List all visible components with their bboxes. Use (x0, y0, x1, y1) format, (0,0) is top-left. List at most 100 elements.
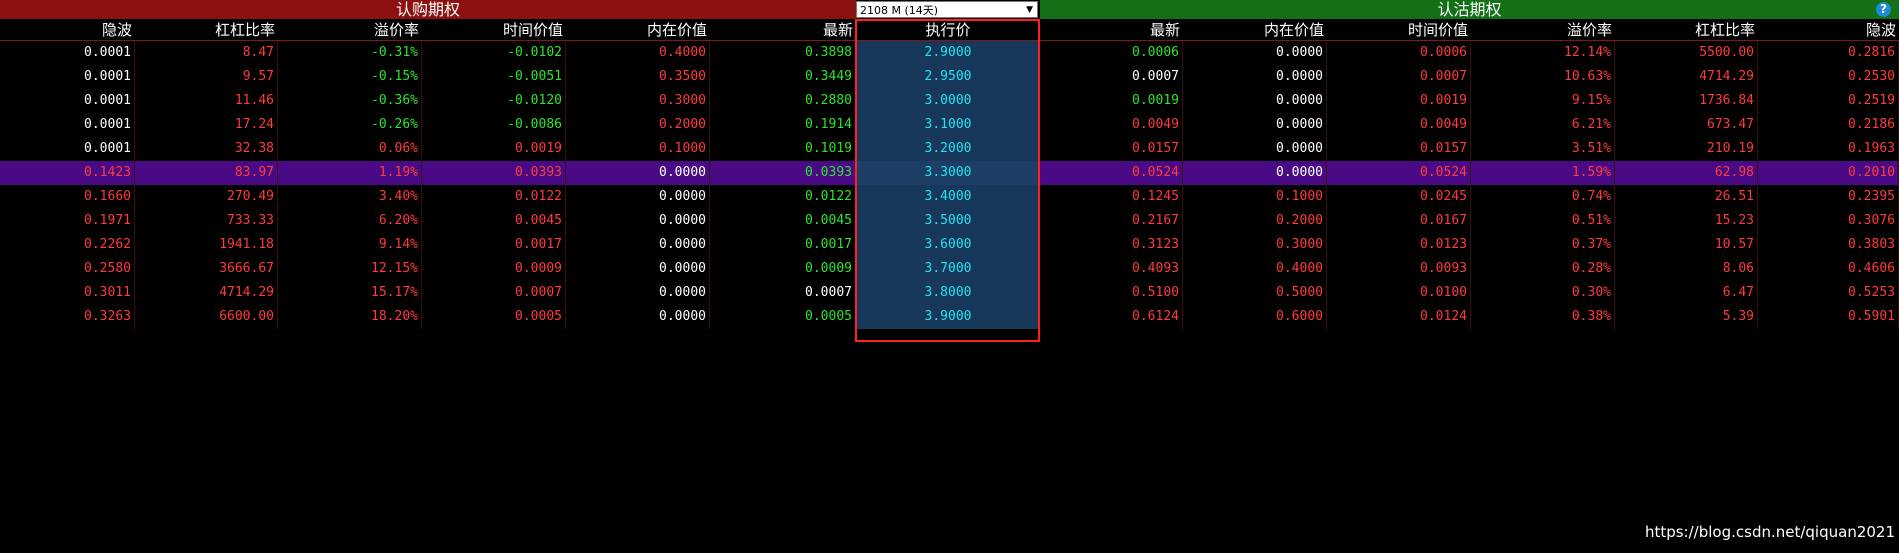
call-cell-time-value[interactable]: -0.0086 (422, 113, 566, 137)
put-cell-leverage[interactable]: 15.23 (1615, 209, 1758, 233)
call-header-iv[interactable]: 隐波 (0, 19, 135, 41)
call-cell-last-price[interactable]: 0.1914 (710, 113, 856, 137)
put-cell-iv[interactable]: 0.1963 (1758, 137, 1899, 161)
call-cell-iv[interactable]: 0.3011 (0, 281, 135, 305)
put-cell-last-price[interactable]: 0.0049 (1040, 113, 1183, 137)
call-cell-leverage[interactable]: 83.97 (135, 161, 278, 185)
call-cell-last-price[interactable]: 0.1019 (710, 137, 856, 161)
put-header-intrinsic-value[interactable]: 内在价值 (1183, 19, 1327, 41)
put-cell-intrinsic-value[interactable]: 0.0000 (1183, 113, 1327, 137)
call-cell-time-value[interactable]: 0.0122 (422, 185, 566, 209)
put-cell-premium-rate[interactable]: 0.74% (1471, 185, 1615, 209)
call-cell-intrinsic-value[interactable]: 0.0000 (566, 281, 710, 305)
call-cell-premium-rate[interactable]: -0.26% (278, 113, 422, 137)
put-cell-intrinsic-value[interactable]: 0.0000 (1183, 65, 1327, 89)
call-cell-premium-rate[interactable]: -0.31% (278, 41, 422, 65)
call-cell-iv[interactable]: 0.0001 (0, 113, 135, 137)
call-cell-time-value[interactable]: 0.0019 (422, 137, 566, 161)
call-cell-premium-rate[interactable]: 6.20% (278, 209, 422, 233)
call-cell-premium-rate[interactable]: 0.06% (278, 137, 422, 161)
put-cell-last-price[interactable]: 0.4093 (1040, 257, 1183, 281)
put-cell-leverage[interactable]: 5.39 (1615, 305, 1758, 329)
put-cell-iv[interactable]: 0.2186 (1758, 113, 1899, 137)
call-cell-intrinsic-value[interactable]: 0.0000 (566, 233, 710, 257)
call-cell-leverage[interactable]: 9.57 (135, 65, 278, 89)
call-cell-iv[interactable]: 0.2262 (0, 233, 135, 257)
put-cell-iv[interactable]: 0.5253 (1758, 281, 1899, 305)
put-cell-last-price[interactable]: 0.0524 (1040, 161, 1183, 185)
put-header-last-price[interactable]: 最新 (1040, 19, 1183, 41)
put-cell-last-price[interactable]: 0.2167 (1040, 209, 1183, 233)
put-cell-premium-rate[interactable]: 10.63% (1471, 65, 1615, 89)
put-cell-last-price[interactable]: 0.0157 (1040, 137, 1183, 161)
chevron-down-icon[interactable]: ▼ (1026, 2, 1033, 19)
call-header-time-value[interactable]: 时间价值 (422, 19, 566, 41)
call-cell-last-price[interactable]: 0.3449 (710, 65, 856, 89)
put-cell-premium-rate[interactable]: 0.28% (1471, 257, 1615, 281)
put-cell-leverage[interactable]: 673.47 (1615, 113, 1758, 137)
put-cell-premium-rate[interactable]: 6.21% (1471, 113, 1615, 137)
put-cell-intrinsic-value[interactable]: 0.3000 (1183, 233, 1327, 257)
call-cell-iv[interactable]: 0.2580 (0, 257, 135, 281)
call-cell-intrinsic-value[interactable]: 0.1000 (566, 137, 710, 161)
call-header-premium-rate[interactable]: 溢价率 (278, 19, 422, 41)
put-cell-time-value[interactable]: 0.0157 (1327, 137, 1471, 161)
call-cell-premium-rate[interactable]: 1.19% (278, 161, 422, 185)
call-cell-intrinsic-value[interactable]: 0.0000 (566, 161, 710, 185)
call-cell-intrinsic-value[interactable]: 0.0000 (566, 185, 710, 209)
call-header-intrinsic-value[interactable]: 内在价值 (566, 19, 710, 41)
call-cell-iv[interactable]: 0.1660 (0, 185, 135, 209)
put-cell-premium-rate[interactable]: 0.30% (1471, 281, 1615, 305)
call-cell-leverage[interactable]: 733.33 (135, 209, 278, 233)
call-cell-iv[interactable]: 0.0001 (0, 41, 135, 65)
put-cell-last-price[interactable]: 0.0019 (1040, 89, 1183, 113)
call-cell-iv[interactable]: 0.0001 (0, 137, 135, 161)
call-cell-premium-rate[interactable]: 18.20% (278, 305, 422, 329)
put-cell-premium-rate[interactable]: 0.51% (1471, 209, 1615, 233)
call-cell-iv[interactable]: 0.3263 (0, 305, 135, 329)
call-cell-time-value[interactable]: -0.0102 (422, 41, 566, 65)
put-cell-premium-rate[interactable]: 0.38% (1471, 305, 1615, 329)
put-cell-leverage[interactable]: 5500.00 (1615, 41, 1758, 65)
call-cell-time-value[interactable]: 0.0007 (422, 281, 566, 305)
put-cell-iv[interactable]: 0.2816 (1758, 41, 1899, 65)
call-header-leverage[interactable]: 杠杠比率 (135, 19, 278, 41)
call-cell-premium-rate[interactable]: -0.36% (278, 89, 422, 113)
call-cell-intrinsic-value[interactable]: 0.4000 (566, 41, 710, 65)
call-cell-intrinsic-value[interactable]: 0.0000 (566, 209, 710, 233)
put-cell-last-price[interactable]: 0.3123 (1040, 233, 1183, 257)
call-cell-last-price[interactable]: 0.0009 (710, 257, 856, 281)
call-cell-intrinsic-value[interactable]: 0.2000 (566, 113, 710, 137)
put-cell-iv[interactable]: 0.2519 (1758, 89, 1899, 113)
put-cell-leverage[interactable]: 210.19 (1615, 137, 1758, 161)
call-cell-leverage[interactable]: 8.47 (135, 41, 278, 65)
call-cell-time-value[interactable]: 0.0009 (422, 257, 566, 281)
put-cell-intrinsic-value[interactable]: 0.0000 (1183, 41, 1327, 65)
call-cell-premium-rate[interactable]: 15.17% (278, 281, 422, 305)
call-cell-last-price[interactable]: 0.0122 (710, 185, 856, 209)
put-cell-premium-rate[interactable]: 1.59% (1471, 161, 1615, 185)
put-cell-leverage[interactable]: 1736.84 (1615, 89, 1758, 113)
put-cell-time-value[interactable]: 0.0123 (1327, 233, 1471, 257)
expiry-month-select[interactable]: 2108 M (14天) ▼ (856, 1, 1038, 18)
put-cell-intrinsic-value[interactable]: 0.2000 (1183, 209, 1327, 233)
put-cell-iv[interactable]: 0.3076 (1758, 209, 1899, 233)
call-cell-premium-rate[interactable]: 3.40% (278, 185, 422, 209)
help-icon[interactable]: ? (1876, 2, 1891, 17)
call-cell-leverage[interactable]: 17.24 (135, 113, 278, 137)
put-cell-iv[interactable]: 0.3803 (1758, 233, 1899, 257)
put-cell-intrinsic-value[interactable]: 0.0000 (1183, 89, 1327, 113)
call-cell-time-value[interactable]: -0.0051 (422, 65, 566, 89)
put-cell-leverage[interactable]: 4714.29 (1615, 65, 1758, 89)
call-cell-last-price[interactable]: 0.0007 (710, 281, 856, 305)
put-cell-iv[interactable]: 0.2010 (1758, 161, 1899, 185)
put-cell-leverage[interactable]: 26.51 (1615, 185, 1758, 209)
call-cell-iv[interactable]: 0.1971 (0, 209, 135, 233)
call-cell-leverage[interactable]: 1941.18 (135, 233, 278, 257)
call-cell-intrinsic-value[interactable]: 0.0000 (566, 305, 710, 329)
put-cell-last-price[interactable]: 0.6124 (1040, 305, 1183, 329)
put-cell-intrinsic-value[interactable]: 0.5000 (1183, 281, 1327, 305)
put-cell-intrinsic-value[interactable]: 0.0000 (1183, 137, 1327, 161)
put-cell-leverage[interactable]: 10.57 (1615, 233, 1758, 257)
call-cell-last-price[interactable]: 0.0393 (710, 161, 856, 185)
